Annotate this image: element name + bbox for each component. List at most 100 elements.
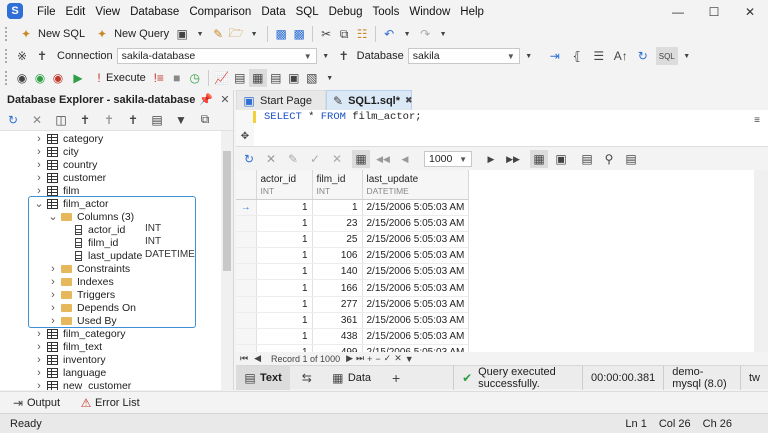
dropdown-arrow-icon[interactable]: ▼ [434,25,452,43]
database-disconnect-icon[interactable]: ◉ [49,69,67,87]
table-cell[interactable]: 166 [312,279,363,297]
table-cell[interactable]: 106 [312,247,363,265]
refresh-icon[interactable]: ↻ [240,150,258,168]
save-icon[interactable]: ▩ [272,25,290,43]
table-cell[interactable]: 277 [312,296,363,313]
menu-sql[interactable]: SQL [291,6,324,18]
menu-database[interactable]: Database [125,6,184,18]
query-plan-icon[interactable]: 📈 [213,69,231,87]
table-cell[interactable]: 1 [256,215,313,232]
table-cell[interactable]: 1 [256,344,313,352]
table-cell[interactable]: 23 [312,215,363,232]
table-row[interactable]: 1 277 2/15/2006 5:05:03 AM [236,296,470,313]
swap-button[interactable]: ⇆ [290,366,324,390]
grid-scrollbar[interactable] [754,170,768,352]
comment-icon[interactable]: ☰ [590,47,608,65]
row-header[interactable] [236,247,257,265]
tree-table-item[interactable]: › film_text [34,340,102,353]
table-cell[interactable]: 2/15/2006 5:05:03 AM [362,296,470,313]
table-cell[interactable]: 140 [312,263,363,281]
execute-button[interactable]: ! Execute [91,68,150,88]
row-header[interactable] [236,263,257,281]
dropdown-arrow-icon[interactable]: ▼ [317,47,335,65]
history-icon[interactable]: ◷ [186,69,204,87]
table-row[interactable]: 14992/15/2006 5:05:03 AM [236,344,470,352]
menu-debug[interactable]: Debug [324,6,368,18]
refresh-icon[interactable]: ↻ [634,47,652,65]
chevron-right-icon[interactable]: › [34,328,44,340]
new-item-icon[interactable]: ▣ [173,25,191,43]
column-header-film-id[interactable]: film_id INT [312,170,363,200]
menu-data[interactable]: Data [256,6,290,18]
table-view-icon[interactable]: ▤ [578,150,596,168]
chevron-right-icon[interactable]: › [34,380,44,391]
connect-icon[interactable]: ✝ [76,111,94,129]
dropdown-arrow-icon[interactable]: ▼ [520,47,538,65]
connection-settings-icon[interactable]: ※ [13,47,31,65]
connection-select[interactable]: sakila-database ▼ [116,48,317,64]
tab-sql1[interactable]: ✎ SQL1.sql* ✖ [326,90,413,110]
results-grid[interactable]: actor_id INT film_id INT last_update DATETI… [236,170,768,352]
paste-icon[interactable]: ☷ [353,25,371,43]
row-header[interactable] [236,328,257,346]
open-folder-icon[interactable]: 🗁 [227,25,245,43]
row-header-corner[interactable] [236,170,257,200]
new-connection-icon[interactable]: ◫ [52,111,70,129]
apply-icon[interactable]: ✓ [306,150,324,168]
tab-start-page[interactable]: ▣ Start Page [236,90,326,110]
page-size-select[interactable]: 1000 ▼ [424,151,472,167]
close-panel-icon[interactable]: ✕ [217,93,233,106]
last-page-icon[interactable]: ▶▶ [504,150,522,168]
chart-icon[interactable]: ▤ [622,150,640,168]
tab-data[interactable]: ▦ Data [324,366,379,390]
delete-record-icon[interactable]: − [375,354,380,364]
new-document-icon[interactable]: ✎ [209,25,227,43]
dropdown-arrow-icon[interactable]: ▼ [321,69,339,87]
table-cell[interactable]: 1 [256,231,313,249]
toolbar-grip[interactable] [5,49,9,63]
first-record-icon[interactable]: ⏮ [240,353,248,364]
scrollbar-thumb[interactable] [223,151,231,271]
menu-tools[interactable]: Tools [368,6,405,18]
error-list-button[interactable]: ⚠ Error List [76,393,144,413]
uppercase-icon[interactable]: A↑ [612,47,630,65]
row-header[interactable] [236,296,257,313]
sql-editor[interactable]: ✥ SELECT * FROM film_actor; ≡ [236,110,768,147]
discard-icon[interactable]: ✕ [328,150,346,168]
current-row-arrow-icon[interactable]: → [236,199,257,216]
refresh-icon[interactable]: ↻ [4,111,22,129]
chevron-right-icon[interactable]: › [34,172,44,184]
last-record-icon[interactable]: ⏭ [356,353,364,364]
new-connection-plus-icon[interactable]: ✝ [124,111,142,129]
text-mode-icon[interactable]: ▤ [267,69,285,87]
output-button[interactable]: ⇥ Output [8,393,64,413]
chevron-right-icon[interactable]: › [34,367,44,379]
apply-record-icon[interactable]: ✓ [384,353,392,364]
pivot-icon[interactable]: ▣ [285,69,303,87]
table-row[interactable]: → 1 1 2/15/2006 5:05:03 AM [236,199,470,216]
chevron-right-icon[interactable]: › [34,133,44,145]
tab-text[interactable]: ▤ Text [236,365,290,390]
new-query-button[interactable]: ✦ New Query [89,24,173,44]
new-sql-button[interactable]: ✦ New SQL [13,24,89,44]
card-view-icon[interactable]: ▣ [552,150,570,168]
table-cell[interactable]: 25 [312,231,363,249]
table-row[interactable]: 1 23 2/15/2006 5:05:03 AM [236,215,470,232]
table-cell[interactable]: 1 [256,279,313,297]
database-connect-icon[interactable]: ◉ [31,69,49,87]
edit-icon[interactable]: ✎ [284,150,302,168]
table-cell[interactable]: 2/15/2006 5:05:03 AM [362,328,470,346]
tree-table-item[interactable]: › inventory [34,353,105,366]
tree-table-item[interactable]: › city [34,145,79,158]
dropdown-arrow-icon[interactable]: ▼ [191,25,209,43]
row-header[interactable] [236,312,257,330]
editor-menu-icon[interactable]: ≡ [748,111,766,129]
more-icon[interactable]: ▼ [405,354,414,364]
toolbar-grip[interactable] [5,27,9,41]
first-page-icon[interactable]: ◀◀ [374,150,392,168]
sql-code-line[interactable]: SELECT * FROM film_actor; [264,111,422,123]
add-tab-button[interactable]: + [379,366,413,390]
grid-layout-icon[interactable]: ▦ [530,150,548,168]
row-header[interactable] [236,279,257,297]
cut-icon[interactable]: ✂ [317,25,335,43]
